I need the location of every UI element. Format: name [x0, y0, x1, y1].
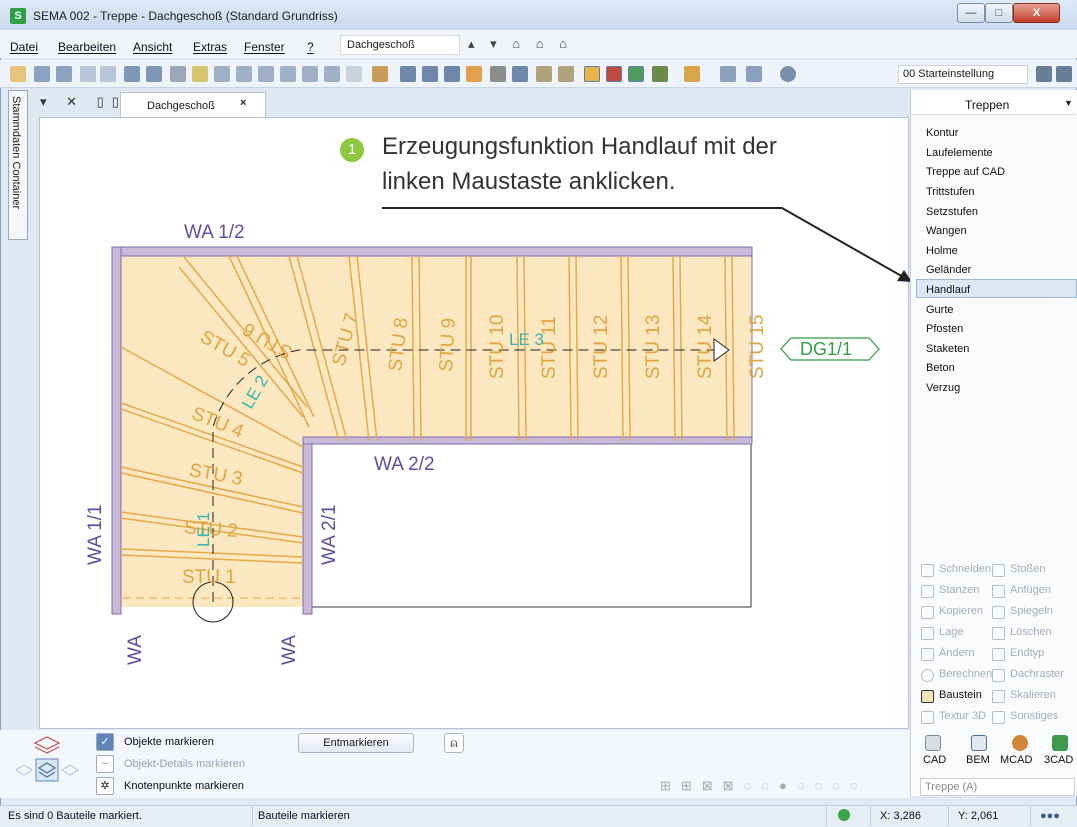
- punch-icon: [921, 585, 934, 598]
- position-icon: [921, 627, 934, 640]
- panel-item-handlauf[interactable]: Handlauf: [926, 284, 970, 296]
- module-bem[interactable]: BEM: [966, 754, 990, 766]
- tool-stossen[interactable]: Stoßen: [1010, 563, 1045, 575]
- mirror-icon: [992, 606, 1005, 619]
- panel-item-gelaender[interactable]: Geländer: [926, 264, 971, 276]
- status-mode: Bauteile markieren: [258, 810, 350, 822]
- panel-item-laufelemente[interactable]: Laufelemente: [926, 147, 993, 159]
- status-selection: Es sind 0 Bauteile markiert.: [8, 810, 142, 822]
- tool-sonstiges[interactable]: Sonstiges: [1010, 710, 1058, 722]
- tool-stanzen[interactable]: Stanzen: [939, 584, 979, 596]
- status-ok-icon: [838, 809, 850, 821]
- tool-loeschen[interactable]: Löschen: [1010, 626, 1052, 638]
- panel-item-trittstufen[interactable]: Trittstufen: [926, 186, 975, 198]
- status-x-coordinate: X: 3,286: [880, 810, 921, 822]
- more-icon: [992, 711, 1005, 724]
- mcad-icon[interactable]: [1012, 735, 1028, 751]
- knotenpunkte-markieren[interactable]: Knotenpunkte markieren: [124, 780, 244, 792]
- objekte-markieren-icon[interactable]: ✓: [96, 733, 114, 751]
- treppe-select[interactable]: Treppe (A): [920, 778, 1075, 796]
- tool-schneiden[interactable]: Schneiden: [939, 563, 991, 575]
- module-3cad[interactable]: 3CAD: [1044, 754, 1073, 766]
- recalc-icon: [921, 669, 934, 682]
- tool-anfuegen[interactable]: Anfügen: [1010, 584, 1051, 596]
- tool-dachraster[interactable]: Dachraster: [1010, 668, 1064, 680]
- panel-dropdown-icon[interactable]: ▼: [1064, 98, 1073, 108]
- 3cad-icon[interactable]: [1052, 735, 1068, 751]
- objekte-markieren[interactable]: Objekte markieren: [124, 736, 214, 748]
- tool-berechnen[interactable]: Berechnen: [939, 668, 992, 680]
- edit-icon: [921, 648, 934, 661]
- faded-view-icons: ⊞⊞⊠⊠◌◌●◌◌◌◌: [660, 778, 868, 793]
- layer-top-shape-2: [34, 746, 60, 754]
- panel-item-treppe-auf-cad[interactable]: Treppe auf CAD: [926, 166, 1005, 178]
- entmarkieren-button[interactable]: Entmarkieren: [298, 733, 414, 753]
- panel-item-pfosten[interactable]: Pfosten: [926, 323, 963, 335]
- status-separator: [1030, 806, 1031, 826]
- status-y-coordinate: Y: 2,061: [958, 810, 999, 822]
- scale-tool-icon: [992, 690, 1005, 703]
- status-separator: [948, 806, 949, 826]
- tool-skalieren[interactable]: Skalieren: [1010, 689, 1056, 701]
- tool-spiegeln[interactable]: Spiegeln: [1010, 605, 1053, 617]
- tool-endtyp[interactable]: Endtyp: [1010, 647, 1044, 659]
- trash-icon: [992, 627, 1005, 640]
- panel-item-kontur[interactable]: Kontur: [926, 127, 958, 139]
- status-dots-icon[interactable]: ●●●: [1040, 810, 1060, 822]
- panel-title: Treppen: [965, 98, 1010, 112]
- knotenpunkte-icon[interactable]: ✲: [96, 777, 114, 795]
- texture-icon: [921, 711, 934, 724]
- panel-item-wangen[interactable]: Wangen: [926, 225, 967, 237]
- person-icon[interactable]: ⍝: [444, 733, 464, 753]
- layer-left-shape: [15, 764, 33, 776]
- details-markieren[interactable]: Objekt-Details markieren: [124, 758, 245, 770]
- layer-stack-icon[interactable]: [14, 733, 80, 793]
- status-separator: [870, 806, 871, 826]
- status-separator: [252, 806, 253, 826]
- tool-baustein[interactable]: Baustein: [939, 689, 982, 701]
- tool-textur-3d[interactable]: Textur 3D: [939, 710, 986, 722]
- layer-right-shape: [61, 764, 79, 776]
- tool-kopieren[interactable]: Kopieren: [939, 605, 983, 617]
- tool-lage[interactable]: Lage: [939, 626, 963, 638]
- callout-number: 1: [340, 138, 364, 162]
- panel-item-setzstufen[interactable]: Setzstufen: [926, 206, 978, 218]
- panel-item-holme[interactable]: Holme: [926, 245, 958, 257]
- status-separator: [826, 806, 827, 826]
- copy-tool-icon: [921, 606, 934, 619]
- bem-icon[interactable]: [971, 735, 987, 751]
- tool-aendern[interactable]: Ändern: [939, 647, 974, 659]
- panel-item-gurte[interactable]: Gurte: [926, 304, 954, 316]
- callout-text-line1: Erzeugungsfunktion Handlauf mit der: [382, 133, 777, 160]
- layer-top-shape: [33, 736, 61, 750]
- panel-item-verzug[interactable]: Verzug: [926, 382, 960, 394]
- roof-grid-icon: [992, 669, 1005, 682]
- callout-text-line2: linken Maustaste anklicken.: [382, 168, 676, 195]
- component-icon: [921, 690, 934, 703]
- append-icon: [992, 585, 1005, 598]
- details-markieren-icon[interactable]: ~: [96, 755, 114, 773]
- callout-line: [382, 207, 906, 279]
- panel-item-staketen[interactable]: Staketen: [926, 343, 969, 355]
- endtype-icon: [992, 648, 1005, 661]
- cad-icon[interactable]: [925, 735, 941, 751]
- module-cad[interactable]: CAD: [923, 754, 946, 766]
- join-icon: [992, 564, 1005, 577]
- scissors-icon: [921, 564, 934, 577]
- module-mcad[interactable]: MCAD: [1000, 754, 1032, 766]
- panel-item-beton[interactable]: Beton: [926, 362, 955, 374]
